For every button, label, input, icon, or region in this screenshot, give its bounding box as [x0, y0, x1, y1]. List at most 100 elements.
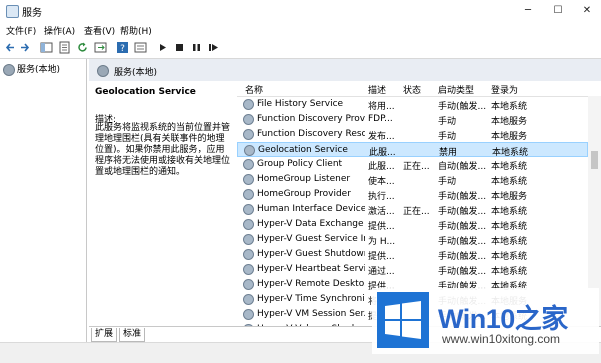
close-button[interactable]: ✕ — [573, 0, 601, 22]
properties-icon[interactable] — [58, 41, 71, 54]
refresh-icon[interactable] — [76, 41, 89, 54]
service-gear-icon — [243, 174, 254, 185]
column-header-logon-as[interactable]: 登录为 — [491, 83, 518, 96]
cell-name: Geolocation Service — [258, 145, 348, 155]
table-row[interactable]: HomeGroup Provider 执行... 手动(触发... 本地服务 — [237, 187, 588, 202]
cell-logon: 本地服务 — [491, 132, 528, 142]
export-icon[interactable] — [94, 41, 107, 54]
cell-logon: 本地系统 — [491, 102, 528, 112]
cell-logon: 本地服务 — [491, 192, 528, 202]
cell-name: Hyper-V Guest Shutdown... — [257, 249, 365, 259]
service-gear-icon — [243, 219, 254, 230]
cell-logon: 本地服务 — [491, 117, 528, 127]
cell-startup: 手动(触发... — [438, 267, 487, 277]
cell-name: Hyper-V Heartbeat Service — [257, 264, 365, 274]
table-row[interactable]: Function Discovery Reso... 发布... 手动 本地服务 — [237, 127, 588, 142]
services-app-icon — [6, 5, 19, 18]
cell-desc: 提供... — [368, 252, 395, 262]
maximize-button[interactable]: ☐ — [544, 0, 572, 22]
scrollbar-thumb[interactable] — [591, 151, 598, 169]
menu-action[interactable]: 操作(A) — [44, 24, 75, 37]
cell-desc: 为 H... — [368, 237, 396, 247]
service-gear-icon — [243, 204, 254, 215]
title-bar: 服务 ─ ☐ ✕ — [0, 0, 601, 23]
column-header-status[interactable]: 状态 — [403, 83, 421, 96]
tree-item-services-local[interactable]: 服务(本地) — [3, 62, 62, 76]
menu-bar: 文件(F) 操作(A) 查看(V) 帮助(H) — [0, 22, 601, 38]
stop-icon[interactable] — [173, 41, 186, 54]
description-text: 此服务将监视系统的当前位置并管理地理围栏(具有关联事件的地理位置)。如果你禁用此… — [95, 123, 231, 177]
forward-icon[interactable] — [18, 41, 31, 54]
table-row[interactable]: Hyper-V Guest Service In...为 H... 手动(触发..… — [237, 232, 588, 247]
table-row[interactable]: Geolocation Service 此服... 禁用 本地系统 — [237, 142, 588, 158]
play-icon[interactable] — [156, 41, 169, 54]
service-gear-icon — [243, 264, 254, 275]
cell-logon: 本地系统 — [491, 207, 528, 217]
console-tree-icon[interactable] — [40, 41, 53, 54]
cell-desc: FDP... — [368, 114, 393, 124]
menu-view[interactable]: 查看(V) — [84, 24, 115, 37]
tab-standard[interactable]: 标准 — [119, 328, 146, 342]
cell-desc: 激活... — [368, 207, 395, 217]
cell-name: Hyper-V Guest Service In... — [257, 234, 365, 244]
restart-icon[interactable] — [207, 41, 220, 54]
cell-name: Group Policy Client — [257, 159, 343, 169]
cell-desc: 此服... — [368, 162, 395, 172]
cell-name: Hyper-V Time Synchroniz... — [257, 294, 365, 304]
pane-header: 服务(本地) — [89, 59, 601, 82]
cell-startup: 手动(触发... — [438, 192, 487, 202]
cell-startup: 手动(触发... — [438, 207, 487, 217]
tree-item-label: 服务(本地) — [17, 65, 61, 75]
column-header-startup-type[interactable]: 启动类型 — [438, 83, 474, 96]
cell-startup: 手动(触发... — [438, 222, 487, 232]
table-row[interactable]: Function Discovery Provi... FDP... 手动 本地服务 — [237, 112, 588, 127]
back-icon[interactable] — [4, 41, 17, 54]
svg-text:?: ? — [120, 44, 125, 54]
service-gear-icon — [243, 279, 254, 290]
service-gear-icon — [243, 234, 254, 245]
cell-name: HomeGroup Provider — [257, 189, 351, 199]
windows-logo-icon — [377, 292, 429, 348]
cell-logon: 本地系统 — [491, 162, 528, 172]
cell-logon: 本地系统 — [491, 252, 528, 262]
pause-icon[interactable] — [190, 41, 203, 54]
help-icon[interactable]: ? — [116, 41, 129, 54]
cell-logon: 本地系统 — [491, 222, 528, 232]
cell-desc: 将用... — [368, 102, 395, 112]
toolbar: ? — [0, 38, 601, 59]
service-gear-icon — [244, 145, 255, 156]
menu-file[interactable]: 文件(F) — [6, 24, 36, 37]
service-gear-icon — [243, 114, 254, 125]
cell-status: 正在... — [403, 207, 430, 217]
table-row[interactable]: Human Interface Device ...激活... 正在... 手动(触… — [237, 202, 588, 217]
view-icon[interactable] — [134, 41, 147, 54]
gear-icon — [97, 65, 109, 77]
cell-startup: 手动 — [438, 117, 457, 127]
menu-help[interactable]: 帮助(H) — [120, 24, 152, 37]
cell-name: Hyper-V Remote Deskto... — [257, 279, 365, 289]
table-row[interactable]: Group Policy Client 此服... 正在... 自动(触发... 本地系… — [237, 157, 588, 172]
column-header-description[interactable]: 描述 — [368, 83, 386, 96]
cell-startup: 手动(触发... — [438, 102, 487, 112]
cell-name: Function Discovery Provi... — [257, 114, 365, 124]
table-row[interactable]: Hyper-V Heartbeat Service 通过... 手动(触发... 本地… — [237, 262, 588, 277]
cell-name: File History Service — [257, 99, 344, 109]
cell-desc: 发布... — [368, 132, 395, 142]
table-row[interactable]: HomeGroup Listener 使本... 手动 本地系统 — [237, 172, 588, 187]
console-tree: 服务(本地) — [0, 59, 87, 342]
description-panel: Geolocation Service 描述: 此服务将监视系统的当前位置并管理… — [89, 81, 237, 326]
table-row[interactable]: File History Service 将用... 手动(触发... 本地系统 — [237, 97, 588, 112]
cell-desc: 使本... — [368, 177, 395, 187]
service-gear-icon — [243, 249, 254, 260]
cell-startup: 手动(触发... — [438, 237, 487, 247]
minimize-button[interactable]: ─ — [514, 0, 542, 22]
watermark: Win10之家 www.win10xitong.com — [372, 288, 599, 354]
cell-startup: 手动(触发... — [438, 252, 487, 262]
cell-desc: 提供... — [368, 222, 395, 232]
column-header-name[interactable]: 名称 — [245, 83, 263, 96]
cell-name: Hyper-V Data Exchange ... — [257, 219, 365, 229]
table-row[interactable]: Hyper-V Data Exchange ... 提供... 手动(触发... 本地… — [237, 217, 588, 232]
table-row[interactable]: Hyper-V Guest Shutdown...提供... 手动(触发... 本地… — [237, 247, 588, 262]
pane-header-label: 服务(本地) — [114, 68, 158, 78]
tab-extended[interactable]: 扩展 — [91, 328, 118, 342]
